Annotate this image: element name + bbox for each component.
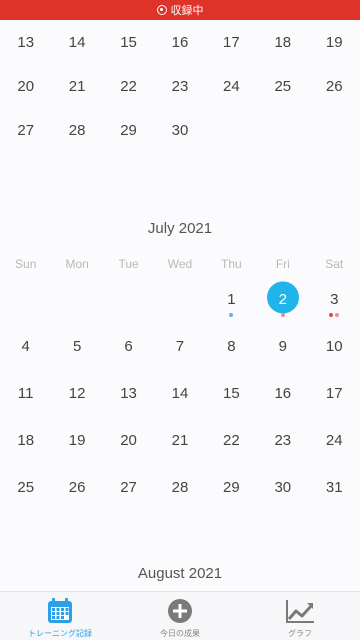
event-dot: [229, 313, 234, 317]
day-cell[interactable]: 17: [309, 372, 360, 416]
weekday-label: Tue: [118, 257, 139, 271]
tab-training-record[interactable]: トレーニング記録: [0, 592, 120, 640]
recording-status-bar: 収録中: [0, 0, 360, 20]
plus-circle-icon: [168, 599, 192, 623]
day-cell[interactable]: 28: [51, 109, 102, 153]
month-title-august: August 2021: [137, 565, 223, 582]
tab-today-results[interactable]: 今日の成果: [120, 592, 240, 640]
day-cell[interactable]: 22: [206, 419, 257, 463]
day-cell[interactable]: 23: [257, 419, 308, 463]
day-cell[interactable]: 4: [0, 325, 51, 369]
weekday-label: Sat: [325, 257, 344, 271]
weekday-label: Fri: [275, 257, 290, 271]
day-cell-empty: [0, 278, 51, 322]
weekday-label: Sun: [15, 257, 37, 271]
day-cell[interactable]: 18: [0, 419, 51, 463]
day-cell[interactable]: 14: [51, 21, 102, 65]
day-cell[interactable]: 27: [0, 109, 51, 153]
weekday-label: Wed: [167, 257, 193, 271]
day-cell[interactable]: 20: [0, 65, 51, 109]
day-cell[interactable]: 26: [51, 466, 102, 510]
day-cell[interactable]: 21: [154, 419, 205, 463]
day-cell[interactable]: 12: [51, 372, 102, 416]
bottom-tab-bar: トレーニング記録 今日の成果 グラフ: [0, 591, 360, 640]
weekday-label: Mon: [65, 257, 89, 271]
day-cell[interactable]: 24: [206, 65, 257, 109]
day-cell[interactable]: 23: [154, 65, 205, 109]
july-grid: Sun Mon Tue Wed Thu Fri Sat 1 2 3 4 5 6 …: [0, 252, 360, 510]
day-cell[interactable]: 24: [309, 419, 360, 463]
week-row: 25 26 27 28 29 30 31: [0, 466, 360, 510]
june-grid: 13 14 15 16 17 18 19 20 21 22 23 24 25 2…: [0, 21, 360, 153]
tab-label: トレーニング記録: [28, 629, 92, 638]
week-row: 4 5 6 7 8 9 10: [0, 325, 360, 369]
day-cell[interactable]: 29: [206, 466, 257, 510]
day-cell[interactable]: 26: [309, 65, 360, 109]
day-cell[interactable]: 8: [206, 325, 257, 369]
day-cell[interactable]: 6: [103, 325, 154, 369]
day-cell[interactable]: 1: [206, 278, 257, 322]
day-cell[interactable]: 21: [51, 65, 102, 109]
day-cell[interactable]: 28: [154, 466, 205, 510]
day-cell-empty: [103, 278, 154, 322]
event-dot: [335, 313, 340, 317]
day-cell[interactable]: 16: [257, 372, 308, 416]
event-dot: [329, 313, 334, 317]
day-cell[interactable]: 9: [257, 325, 308, 369]
day-cell[interactable]: 30: [257, 466, 308, 510]
line-chart-icon: [286, 600, 314, 623]
week-row: 27 28 29 30: [0, 109, 360, 153]
weekday-label: Thu: [221, 257, 242, 271]
day-cell-selected[interactable]: 2: [257, 278, 308, 322]
day-cell[interactable]: 30: [154, 109, 205, 153]
week-row: 1 2 3: [0, 278, 360, 322]
day-cell[interactable]: 22: [103, 65, 154, 109]
day-cell[interactable]: 29: [103, 109, 154, 153]
day-cell[interactable]: 27: [103, 466, 154, 510]
day-cell[interactable]: 25: [257, 65, 308, 109]
day-cell[interactable]: 19: [309, 21, 360, 65]
day-cell[interactable]: 7: [154, 325, 205, 369]
day-cell-empty: [51, 278, 102, 322]
week-row: 13 14 15 16 17 18 19: [0, 21, 360, 65]
day-cell-empty: [309, 109, 360, 153]
week-row: 20 21 22 23 24 25 26: [0, 65, 360, 109]
day-cell[interactable]: 18: [257, 21, 308, 65]
day-cell[interactable]: 17: [206, 21, 257, 65]
day-cell[interactable]: 3: [309, 278, 360, 322]
week-row: 11 12 13 14 15 16 17: [0, 372, 360, 416]
day-cell[interactable]: 25: [0, 466, 51, 510]
day-cell[interactable]: 13: [0, 21, 51, 65]
day-cell[interactable]: 19: [51, 419, 102, 463]
record-icon: [156, 5, 167, 15]
tab-label: 今日の成果: [160, 629, 200, 638]
tab-graph[interactable]: グラフ: [240, 592, 360, 640]
day-cell[interactable]: 15: [206, 372, 257, 416]
recording-label: 収録中: [170, 5, 204, 17]
day-cell-empty: [257, 109, 308, 153]
day-cell[interactable]: 11: [0, 372, 51, 416]
event-dots: [206, 313, 257, 317]
event-dot: [280, 313, 285, 317]
day-cell[interactable]: 31: [309, 466, 360, 510]
event-dots: [257, 313, 308, 317]
event-dots: [309, 313, 360, 317]
day-cell[interactable]: 15: [103, 21, 154, 65]
day-cell[interactable]: 5: [51, 325, 102, 369]
day-cell[interactable]: 10: [309, 325, 360, 369]
week-row: 18 19 20 21 22 23 24: [0, 419, 360, 463]
month-title-july: July 2021: [147, 220, 213, 237]
day-cell-empty: [154, 278, 205, 322]
day-cell-empty: [206, 109, 257, 153]
day-cell[interactable]: 14: [154, 372, 205, 416]
day-cell[interactable]: 20: [103, 419, 154, 463]
day-cell[interactable]: 13: [103, 372, 154, 416]
tab-label: グラフ: [288, 629, 312, 638]
day-cell[interactable]: 16: [154, 21, 205, 65]
weekday-header: Sun Mon Tue Wed Thu Fri Sat: [0, 252, 360, 276]
calendar-icon: [48, 598, 72, 623]
